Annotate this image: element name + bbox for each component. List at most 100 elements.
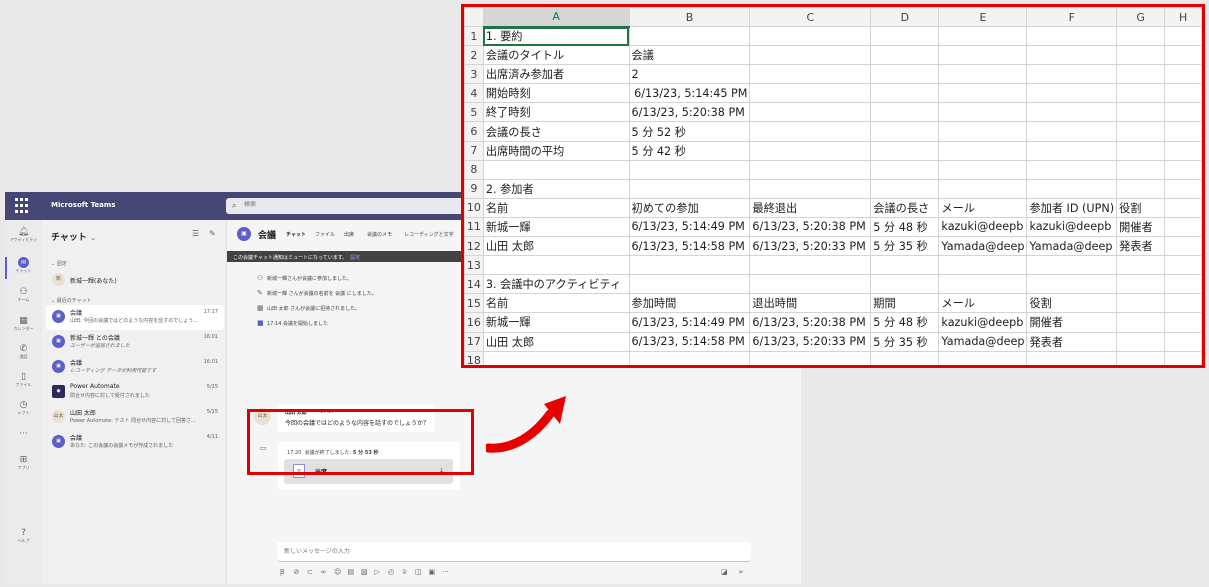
- cell[interactable]: 最終退出: [749, 197, 872, 218]
- cell[interactable]: [938, 140, 1028, 161]
- cell[interactable]: [749, 274, 872, 295]
- cell[interactable]: 新城一輝: [482, 216, 630, 238]
- cell[interactable]: [1026, 350, 1118, 365]
- cell[interactable]: [1116, 331, 1166, 352]
- column-header-c[interactable]: C: [749, 7, 872, 27]
- row-header[interactable]: 15: [464, 293, 484, 314]
- cell[interactable]: [1164, 255, 1202, 276]
- cell[interactable]: [870, 159, 940, 180]
- cell[interactable]: 初めての参加: [628, 197, 751, 218]
- cell[interactable]: 開催者: [1116, 216, 1166, 238]
- approvals-icon[interactable]: ◫: [415, 568, 422, 576]
- cell[interactable]: [1164, 121, 1202, 142]
- row-header[interactable]: 11: [464, 216, 484, 238]
- tab-1[interactable]: ファイル: [315, 231, 335, 238]
- cell[interactable]: [1026, 255, 1118, 276]
- cell[interactable]: [938, 102, 1028, 123]
- cell[interactable]: [870, 45, 940, 66]
- cell[interactable]: [870, 102, 940, 123]
- cell[interactable]: [1164, 331, 1202, 352]
- tab-0[interactable]: チャット: [286, 231, 306, 238]
- tab-2[interactable]: 出席: [344, 231, 354, 238]
- row-header[interactable]: 18: [464, 350, 484, 365]
- column-header-b[interactable]: B: [628, 7, 751, 27]
- cell[interactable]: 5 分 35 秒: [870, 236, 940, 257]
- cell[interactable]: 出席時間の平均: [482, 140, 630, 161]
- cell[interactable]: [938, 178, 1028, 199]
- emoji-icon[interactable]: ☺: [334, 568, 341, 576]
- cell[interactable]: 6/13/23, 5:20:33 PM: [749, 331, 872, 352]
- send-later-icon[interactable]: ◴: [388, 568, 394, 576]
- cell[interactable]: 山田 太郎: [482, 331, 630, 352]
- cell[interactable]: 会議の長さ: [482, 121, 630, 142]
- cell[interactable]: 6/13/23, 5:14:58 PM: [628, 236, 751, 257]
- row-header[interactable]: 1: [464, 25, 484, 47]
- cell[interactable]: [1116, 64, 1166, 85]
- column-header-f[interactable]: F: [1026, 7, 1118, 27]
- rail-item-chat[interactable]: ✉ チャット: [5, 254, 42, 284]
- cell[interactable]: kazuki@deepb: [938, 312, 1028, 333]
- cell[interactable]: [1164, 25, 1202, 47]
- schedule-icon[interactable]: ▷: [375, 568, 380, 576]
- cell[interactable]: [938, 350, 1028, 365]
- app-launcher-icon[interactable]: [15, 198, 31, 214]
- cell[interactable]: [1164, 102, 1202, 123]
- cell[interactable]: [1164, 197, 1202, 218]
- select-all-corner[interactable]: [464, 7, 484, 27]
- chat-list-item[interactable]: 山太 山田 太郎 Power Automate: テスト 問合せ内容に対して回答さ.…: [46, 405, 224, 430]
- chat-list-item[interactable]: ▣ 会議 山田: 今回の会議ではどのような内容を話すのでしょう... 17:17: [46, 305, 224, 330]
- row-header[interactable]: 16: [464, 312, 484, 333]
- cell[interactable]: [1026, 140, 1118, 161]
- cell[interactable]: [1116, 350, 1166, 365]
- cell[interactable]: [749, 83, 872, 104]
- cell[interactable]: [482, 255, 630, 276]
- cell[interactable]: 6/13/23, 5:20:38 PM: [749, 216, 872, 238]
- compose-box[interactable]: [277, 542, 751, 562]
- cell[interactable]: 3. 会議中のアクティビティ: [482, 274, 630, 295]
- mute-settings-link[interactable]: 設定: [350, 255, 360, 261]
- cell[interactable]: 開始時刻: [482, 83, 630, 104]
- cell[interactable]: [482, 159, 630, 180]
- cell[interactable]: [482, 350, 630, 365]
- cell[interactable]: 会議: [628, 45, 751, 66]
- column-header-e[interactable]: E: [938, 7, 1028, 27]
- chat-list-title[interactable]: チャット ⌄: [51, 230, 96, 243]
- cell[interactable]: [1116, 293, 1166, 314]
- cell[interactable]: 6/13/23, 5:20:38 PM: [628, 102, 751, 123]
- rail-item-help[interactable]: ? ヘルプ: [5, 525, 42, 555]
- cell[interactable]: 名前: [482, 197, 630, 218]
- column-header-h[interactable]: H: [1164, 7, 1202, 27]
- cell[interactable]: [749, 121, 872, 142]
- cell[interactable]: [1164, 64, 1202, 85]
- cell[interactable]: [749, 159, 872, 180]
- attach-icon[interactable]: ⊘: [294, 568, 300, 576]
- row-header[interactable]: 9: [464, 178, 484, 199]
- tab-3[interactable]: 会議のメモ: [367, 231, 392, 238]
- cell[interactable]: [938, 255, 1028, 276]
- row-header[interactable]: 12: [464, 236, 484, 257]
- cell[interactable]: 発表者: [1026, 331, 1118, 352]
- cell[interactable]: Yamada@deep: [1026, 236, 1118, 257]
- row-header[interactable]: 6: [464, 121, 484, 142]
- cell[interactable]: 6/13/23, 5:20:38 PM: [749, 312, 872, 333]
- cell[interactable]: [1026, 45, 1118, 66]
- cell[interactable]: [749, 140, 872, 161]
- more-icon[interactable]: ···: [442, 568, 449, 576]
- cell[interactable]: [1164, 350, 1202, 365]
- row-header[interactable]: 3: [464, 64, 484, 85]
- rail-item-phone[interactable]: ✆ 通話: [5, 341, 42, 371]
- cell[interactable]: [1116, 274, 1166, 295]
- cell[interactable]: [938, 45, 1028, 66]
- cell[interactable]: [749, 178, 872, 199]
- cell[interactable]: [870, 274, 940, 295]
- cell[interactable]: [938, 121, 1028, 142]
- cell[interactable]: 出席済み参加者: [482, 64, 630, 85]
- cell[interactable]: [749, 25, 872, 47]
- row-header[interactable]: 5: [464, 102, 484, 123]
- cell[interactable]: [870, 25, 940, 47]
- format-icon[interactable]: Ꞵ: [280, 568, 284, 577]
- row-header[interactable]: 8: [464, 159, 484, 180]
- cell[interactable]: 5 分 35 秒: [870, 331, 940, 352]
- filter-icon[interactable]: ☰: [192, 229, 199, 238]
- cell[interactable]: [870, 83, 940, 104]
